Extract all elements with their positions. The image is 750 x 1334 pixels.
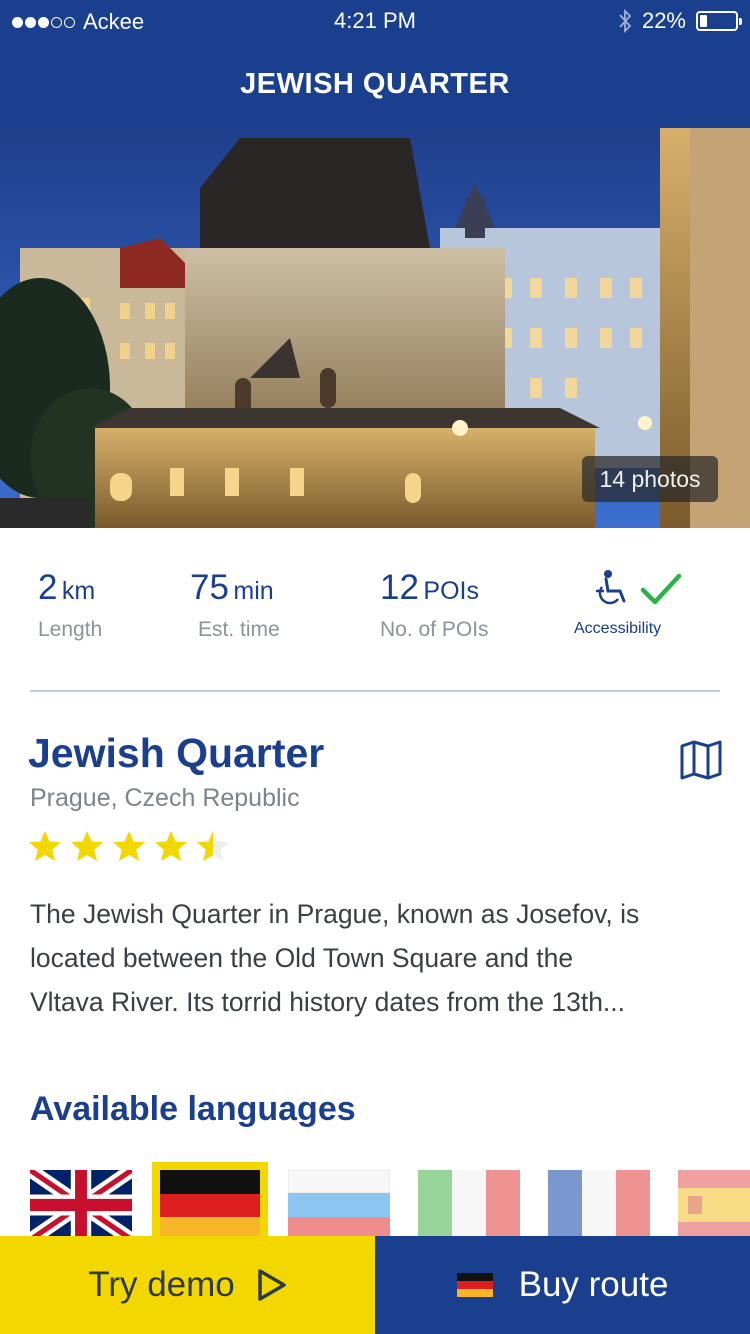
- stat-length: 2 km Length: [38, 568, 102, 642]
- buy-route-button[interactable]: Buy route: [375, 1236, 750, 1334]
- star-icon: [113, 831, 145, 861]
- rating-stars: [28, 830, 230, 862]
- language-list: [0, 1162, 750, 1242]
- german-flag-icon: [456, 1273, 493, 1297]
- battery-percent: 22%: [641, 8, 686, 33]
- flag-ru[interactable]: [287, 1169, 391, 1240]
- hero-photo[interactable]: 14 photos: [0, 128, 750, 528]
- flag-es[interactable]: [678, 1170, 750, 1240]
- flag-en[interactable]: [26, 1164, 136, 1242]
- status-bar: Ackee 4:21 PM 22%: [0, 0, 750, 42]
- stat-pois-label: No. of POIs: [380, 618, 489, 641]
- stat-time: 75 min Est. time: [190, 568, 280, 642]
- try-demo-button[interactable]: Try demo: [0, 1236, 375, 1334]
- battery-icon: [696, 11, 742, 31]
- star-icon: [29, 831, 61, 861]
- stat-pois-value: 12: [380, 568, 419, 607]
- app-header: Ackee 4:21 PM 22% JEWISH QUARTER: [0, 0, 750, 128]
- page-title: JEWISH QUARTER: [240, 68, 510, 100]
- star-icon: [71, 831, 103, 861]
- wheelchair-icon: [596, 570, 626, 605]
- map-icon[interactable]: [680, 740, 722, 785]
- route-description[interactable]: The Jewish Quarter in Prague, known as J…: [30, 892, 730, 1024]
- stat-time-value: 75: [190, 568, 229, 607]
- description-line: Vltava River. Its torrid history dates f…: [30, 987, 626, 1017]
- route-title: Jewish Quarter: [28, 730, 325, 776]
- stat-time-label: Est. time: [198, 618, 280, 641]
- status-right: 22%: [618, 8, 742, 34]
- stat-pois: 12 POIs No. of POIs: [380, 568, 489, 642]
- bottom-action-bar: Try demo Buy route: [0, 1236, 750, 1334]
- star-icon: [155, 831, 187, 861]
- route-stats: 2 km Length 75 min Est. time 12 POIs No.…: [0, 568, 750, 658]
- flag-de[interactable]: [152, 1162, 268, 1242]
- flag-fr[interactable]: [548, 1170, 650, 1240]
- route-location: Prague, Czech Republic: [30, 784, 300, 812]
- stat-accessibility-label: Accessibility: [574, 620, 662, 637]
- stat-pois-unit: POIs: [423, 577, 479, 605]
- buy-route-label: Buy route: [518, 1265, 669, 1304]
- star-icon: [197, 831, 229, 861]
- stat-accessibility: Accessibility: [574, 568, 682, 638]
- description-line: The Jewish Quarter in Prague, known as J…: [30, 899, 640, 929]
- check-icon: [640, 573, 682, 605]
- description-line: located between the Old Town Square and …: [30, 943, 574, 973]
- divider: [30, 690, 720, 692]
- stat-length-unit: km: [61, 577, 96, 605]
- bluetooth-icon: [619, 9, 632, 33]
- play-icon: [258, 1269, 286, 1301]
- try-demo-label: Try demo: [88, 1265, 235, 1304]
- stat-length-value: 2: [38, 568, 58, 607]
- photos-count-button[interactable]: 14 photos: [582, 456, 718, 502]
- stat-length-label: Length: [38, 618, 103, 641]
- languages-title: Available languages: [30, 1090, 356, 1128]
- stat-time-unit: min: [233, 577, 274, 605]
- flag-it[interactable]: [418, 1170, 520, 1240]
